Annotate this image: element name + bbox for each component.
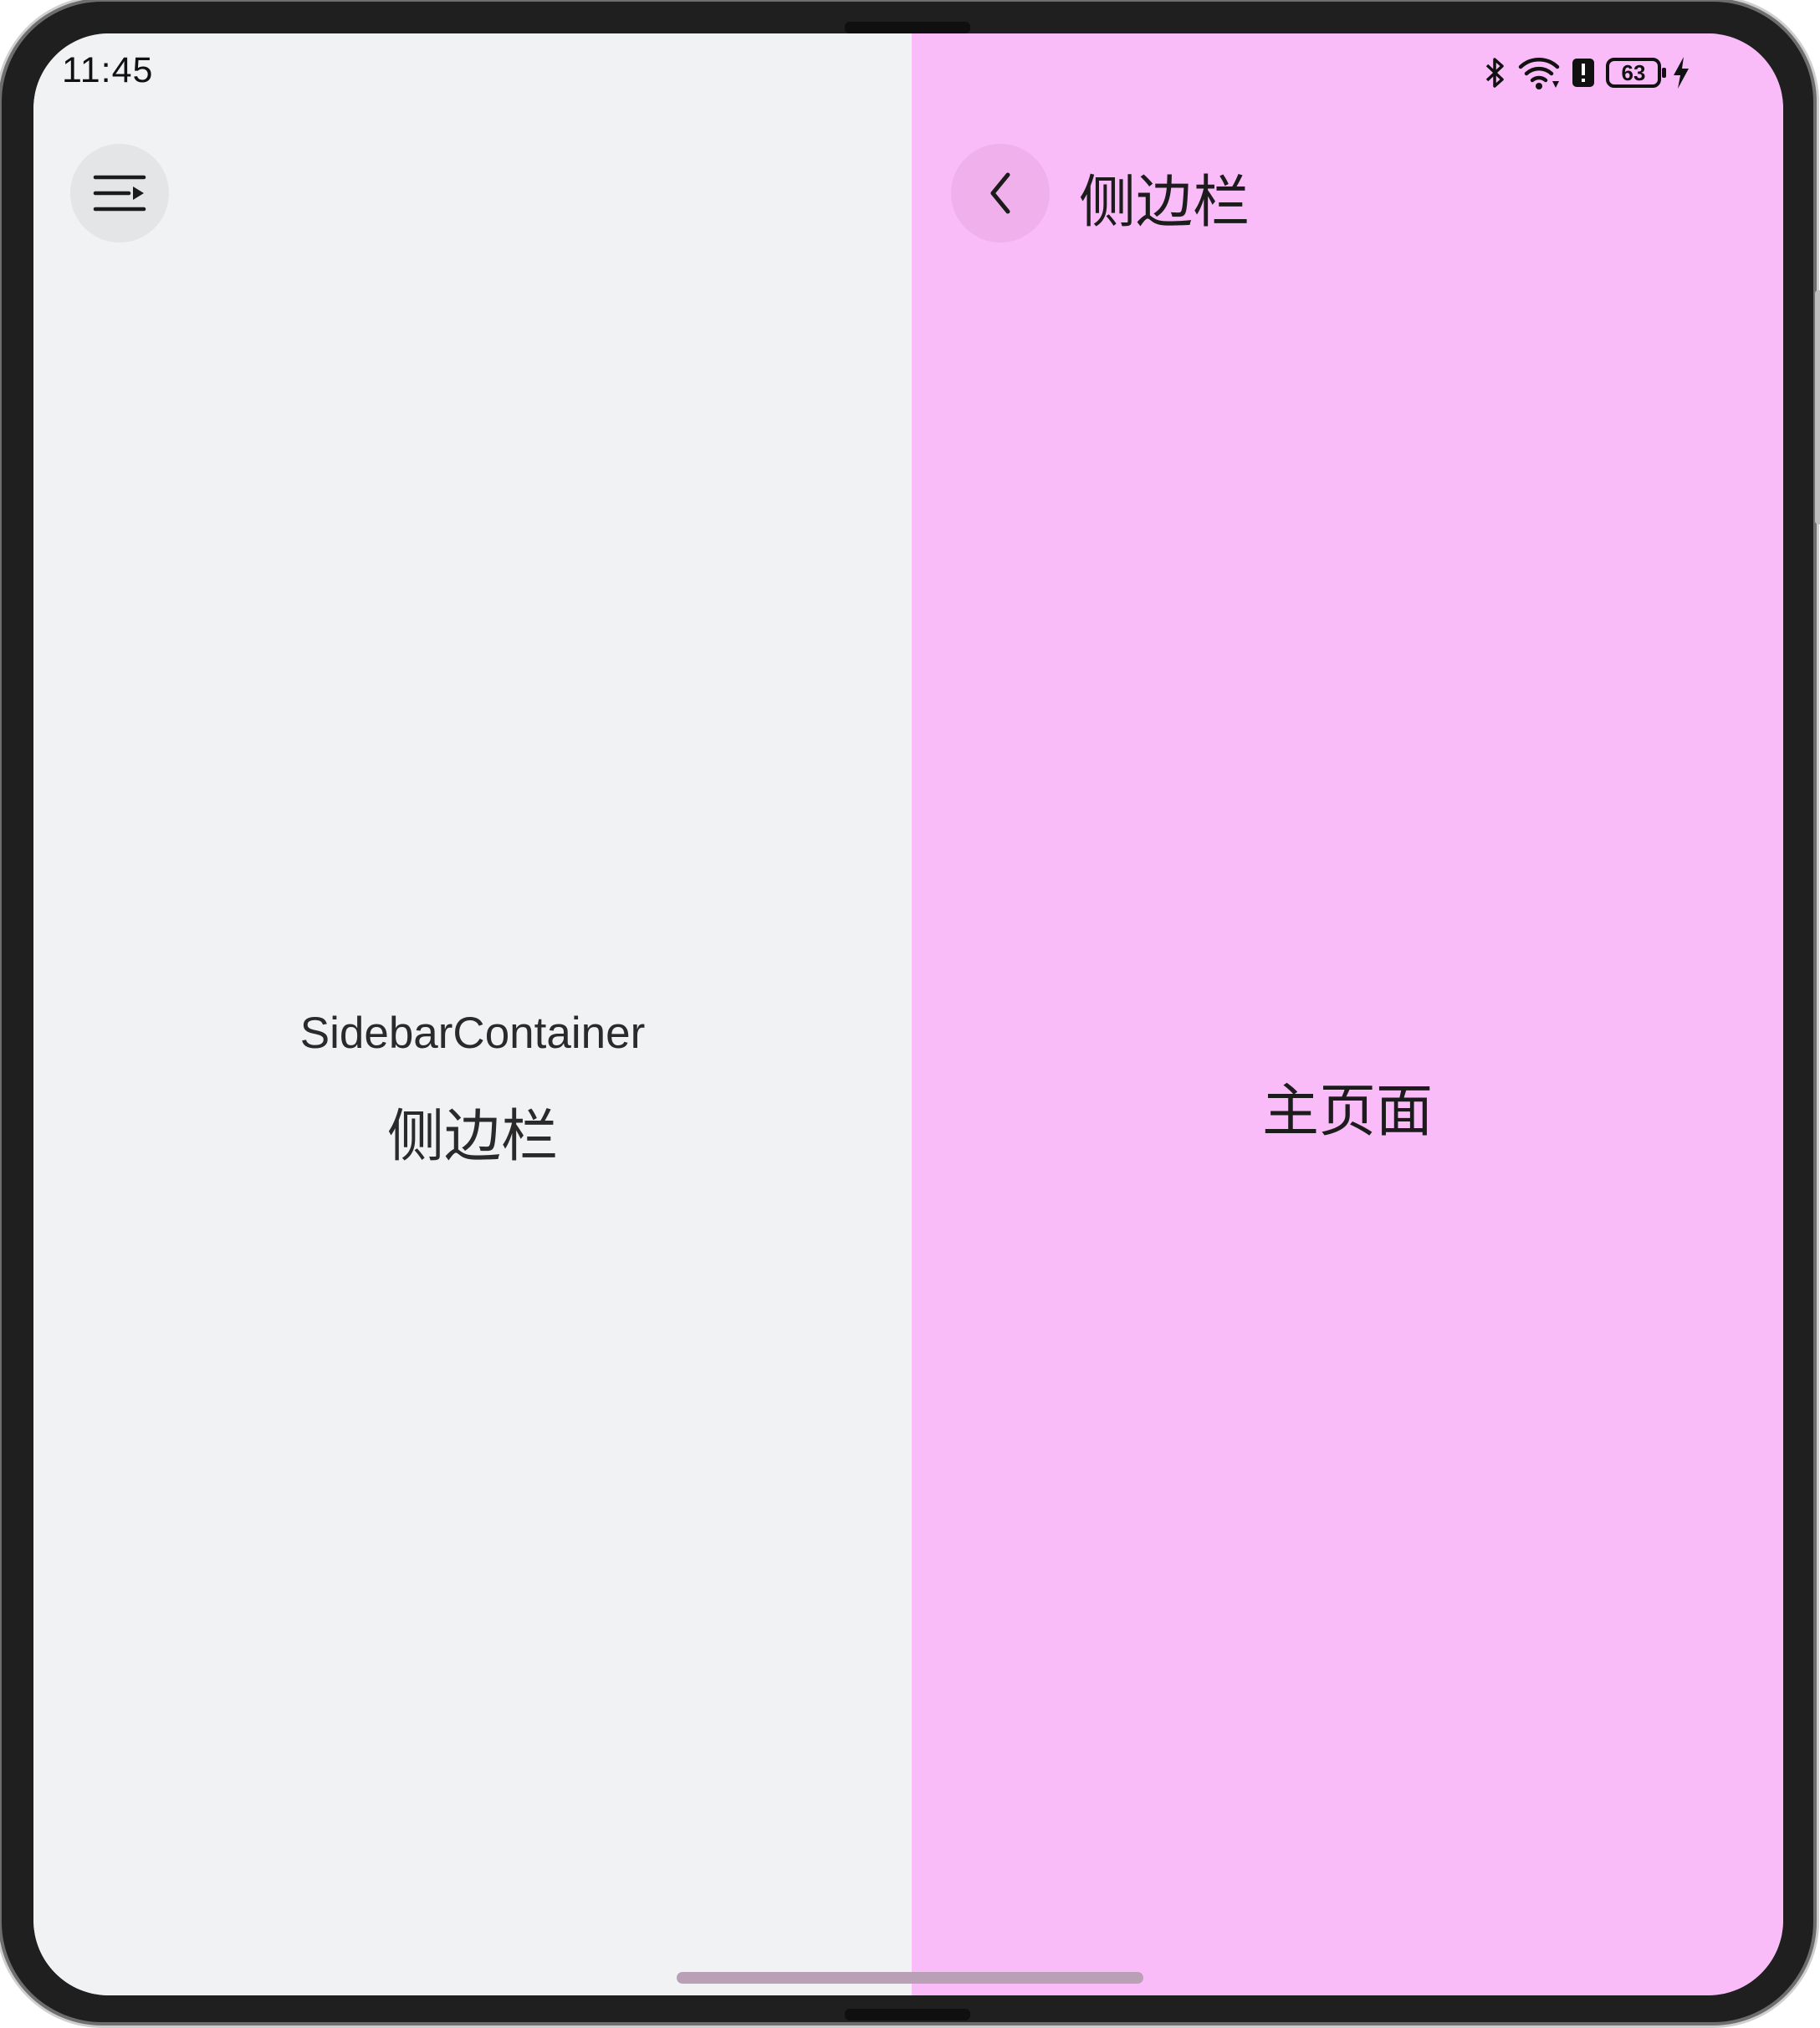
battery-icon: 63 (1606, 58, 1666, 88)
device-frame: 11:45 SidebarContainer 侧边栏 63 侧边栏 主页面 (2, 2, 1820, 2022)
charging-icon (1674, 57, 1689, 89)
main-content-label: 主页面 (1261, 1079, 1433, 1145)
hinge-bottom (845, 2009, 970, 2020)
bluetooth-icon (1485, 58, 1504, 88)
wifi-icon (1518, 58, 1560, 89)
back-button[interactable] (951, 144, 1050, 243)
sidebar-toggle-button[interactable] (70, 144, 169, 243)
home-indicator[interactable] (677, 1972, 1143, 1984)
volume-button (1815, 290, 1820, 524)
alert-icon (1572, 59, 1594, 87)
sidebar-toggle-icon (93, 175, 146, 212)
screen: 11:45 SidebarContainer 侧边栏 63 侧边栏 主页面 (33, 33, 1783, 1995)
page-title: 侧边栏 (1079, 170, 1250, 236)
chevron-left-icon (990, 172, 1010, 214)
hinge-top (845, 22, 970, 33)
sidebar-label: 侧边栏 (386, 1104, 558, 1170)
status-time: 11:45 (62, 50, 154, 90)
sidebar-container-label: SidebarContainer (299, 1009, 646, 1058)
main-panel: 63 侧边栏 主页面 (912, 33, 1783, 1995)
sidebar-panel: 11:45 SidebarContainer 侧边栏 (33, 33, 912, 1995)
status-icons: 63 (1484, 55, 1691, 90)
